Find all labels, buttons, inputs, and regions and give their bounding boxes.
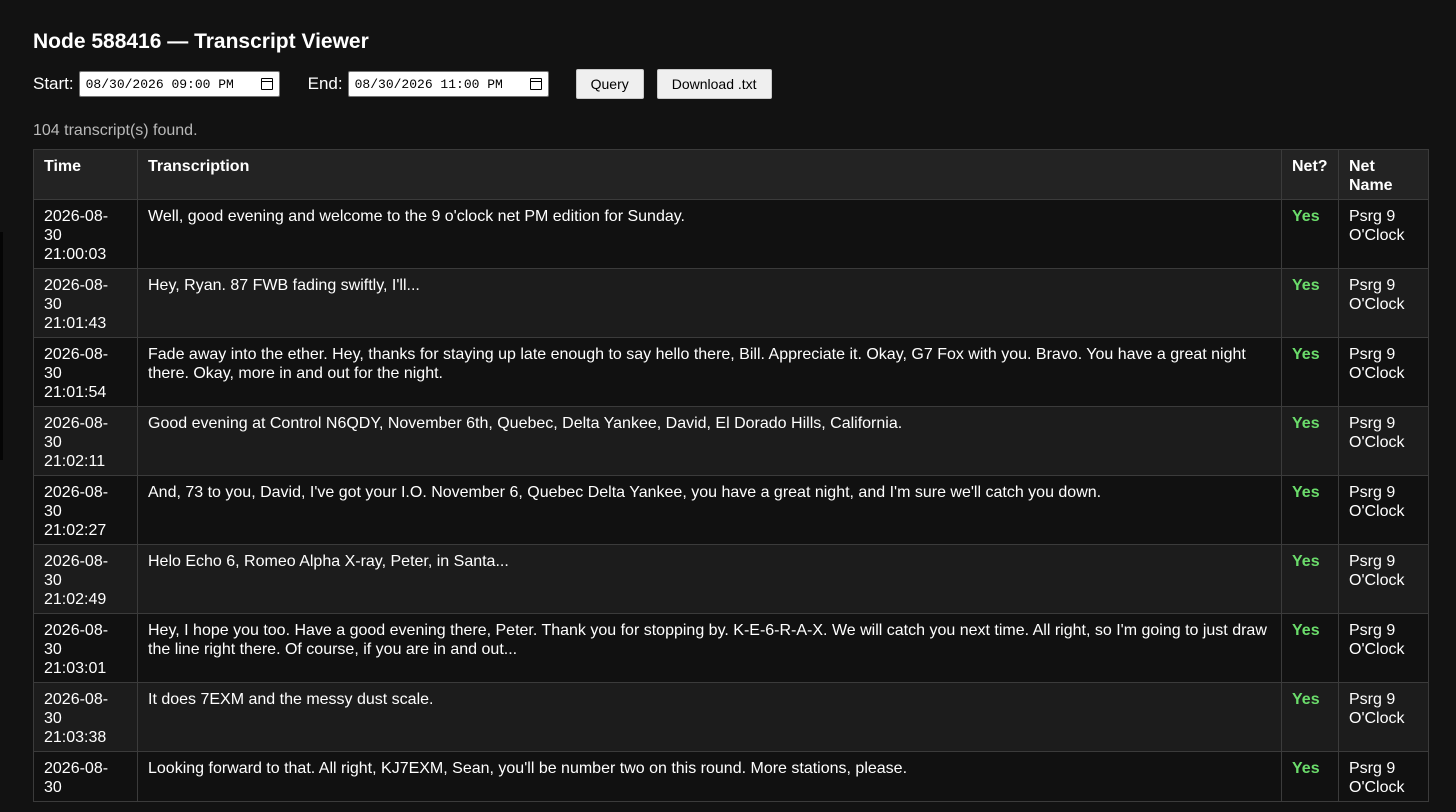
transcription-cell: Fade away into the ether. Hey, thanks fo… [137,337,1282,407]
timestamp-time: 21:02:11 [44,453,106,470]
timestamp-time: 21:02:49 [44,591,107,608]
table-row: 2026-08- 30 21:03:01 Hey, I hope you too. H… [33,613,1429,683]
start-datetime-input[interactable]: 08/30/2026 09:00 PM [78,71,280,97]
transcription-cell: It does 7EXM and the messy dust scale. [137,682,1282,752]
timestamp-day: 30 [44,710,62,727]
net-flag-cell: Yes [1281,199,1339,269]
timestamp-day: 30 [44,779,62,796]
transcript-rows: 2026-08- 30 21:00:03 Well, good evening and… [33,199,1429,802]
timestamp-time: 21:01:43 [44,315,107,332]
query-button[interactable]: Query [575,69,644,99]
time-cell: 2026-08- 30 21:01:43 [33,268,138,338]
time-cell: 2026-08- 30 21:02:49 [33,544,138,614]
timestamp-time: 21:02:27 [44,522,107,539]
timestamp-date: 2026-08- [44,208,109,225]
net-flag-cell: Yes [1281,544,1339,614]
window-edge [0,232,3,460]
table-row: 2026-08- 30 21:02:49 Helo Echo 6, Romeo Alp… [33,544,1429,614]
timestamp-date: 2026-08- [44,622,109,639]
time-cell: 2026-08- 30 21:02:27 [33,475,138,545]
net-flag-cell: Yes [1281,406,1339,476]
time-cell: 2026-08- 30 21:00:03 [33,199,138,269]
net-name-header: Net Name [1338,149,1429,200]
transcription-header: Transcription [137,149,1282,200]
time-header: Time [33,149,138,200]
table-header-row: Time Transcription Net? Net Name [33,149,1429,200]
query-controls: Start: 08/30/2026 09:00 PM End: 08/30/20… [33,69,1428,99]
transcript-viewer: Node 588416 — Transcript Viewer Start: 0… [33,28,1429,802]
transcript-table: Time Transcription Net? Net Name 2026-08… [33,149,1429,802]
start-datetime-value: 08/30/2026 09:00 PM [85,76,234,92]
timestamp-day: 30 [44,503,62,520]
timestamp-day: 30 [44,572,62,589]
transcription-cell: Hey, I hope you too. Have a good evening… [137,613,1282,683]
download-txt-button[interactable]: Download .txt [656,69,772,99]
net-name-cell: Psrg 9 O'Clock [1338,475,1429,545]
timestamp-date: 2026-08- [44,415,109,432]
time-cell: 2026-08- 30 21:02:11 [33,406,138,476]
table-row: 2026-08- 30 Looking forward to that. All r… [33,751,1429,802]
end-datetime-value: 08/30/2026 11:00 PM [354,76,503,92]
time-cell: 2026-08- 30 21:03:01 [33,613,138,683]
timestamp-day: 30 [44,365,62,382]
net-header: Net? [1281,149,1339,200]
timestamp-time: 21:03:38 [44,729,107,746]
net-name-cell: Psrg 9 O'Clock [1338,268,1429,338]
table-row: 2026-08- 30 21:03:38 It does 7EXM and the m… [33,682,1429,752]
timestamp-date: 2026-08- [44,553,109,570]
timestamp-date: 2026-08- [44,760,109,777]
timestamp-day: 30 [44,227,62,244]
timestamp-day: 30 [44,296,62,313]
net-name-cell: Psrg 9 O'Clock [1338,613,1429,683]
calendar-icon[interactable] [529,78,542,90]
net-flag-cell: Yes [1281,682,1339,752]
end-label: End: [307,74,343,93]
transcription-cell: Hey, Ryan. 87 FWB fading swiftly, I'll..… [137,268,1282,338]
net-flag-cell: Yes [1281,337,1339,407]
timestamp-time: 21:03:01 [44,660,107,677]
table-row: 2026-08- 30 21:01:43 Hey, Ryan. 87 FWB fadi… [33,268,1429,338]
timestamp-day: 30 [44,434,62,451]
timestamp-date: 2026-08- [44,346,109,363]
transcription-cell: Well, good evening and welcome to the 9 … [137,199,1282,269]
timestamp-time: 21:01:54 [44,384,107,401]
net-flag-cell: Yes [1281,475,1339,545]
timestamp-day: 30 [44,641,62,658]
table-row: 2026-08- 30 21:02:27 And, 73 to you, David,… [33,475,1429,545]
table-row: 2026-08- 30 21:00:03 Well, good evening and… [33,199,1429,269]
net-flag-cell: Yes [1281,613,1339,683]
calendar-icon[interactable] [260,78,273,90]
timestamp-date: 2026-08- [44,691,109,708]
page-title: Node 588416 — Transcript Viewer [33,30,369,53]
net-name-cell: Psrg 9 O'Clock [1338,199,1429,269]
table-row: 2026-08- 30 21:02:11 Good evening at Contro… [33,406,1429,476]
time-cell: 2026-08- 30 21:01:54 [33,337,138,407]
end-datetime-input[interactable]: 08/30/2026 11:00 PM [347,71,549,97]
net-flag-cell: Yes [1281,751,1339,802]
net-name-cell: Psrg 9 O'Clock [1338,751,1429,802]
transcription-cell: Looking forward to that. All right, KJ7E… [137,751,1282,802]
net-name-cell: Psrg 9 O'Clock [1338,682,1429,752]
timestamp-date: 2026-08- [44,484,109,501]
table-row: 2026-08- 30 21:01:54 Fade away into the eth… [33,337,1429,407]
net-name-cell: Psrg 9 O'Clock [1338,544,1429,614]
time-cell: 2026-08- 30 [33,751,138,802]
time-cell: 2026-08- 30 21:03:38 [33,682,138,752]
net-name-cell: Psrg 9 O'Clock [1338,406,1429,476]
transcription-cell: And, 73 to you, David, I've got your I.O… [137,475,1282,545]
net-flag-cell: Yes [1281,268,1339,338]
timestamp-date: 2026-08- [44,277,109,294]
timestamp-time: 21:00:03 [44,246,107,263]
transcription-cell: Good evening at Control N6QDY, November … [137,406,1282,476]
start-label: Start: [33,74,74,93]
transcription-cell: Helo Echo 6, Romeo Alpha X-ray, Peter, i… [137,544,1282,614]
net-name-cell: Psrg 9 O'Clock [1338,337,1429,407]
results-count: 104 transcript(s) found. [33,122,198,139]
